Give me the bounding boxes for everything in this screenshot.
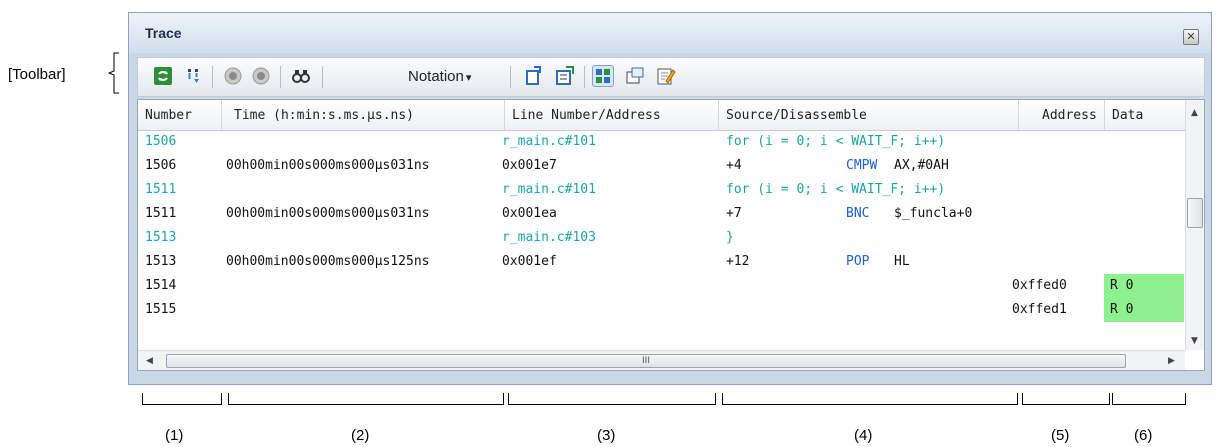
cell-number: 1506	[145, 158, 177, 173]
trace-list[interactable]: Number Time (h:min:s.ms.μs.ns) Line Numb…	[137, 99, 1205, 371]
notation-dropdown[interactable]: Notation ▾	[408, 68, 471, 85]
area-number-6: (6)	[1134, 427, 1153, 444]
cell-mnemonic: POP	[846, 254, 870, 269]
area-bracket-4	[722, 393, 1018, 405]
cell-number: 1506	[145, 134, 177, 149]
area-bracket-3	[508, 393, 716, 405]
cell-time: 00h00min00s000ms000μs125ns	[226, 254, 430, 269]
cell-time: 00h00min00s000ms000μs031ns	[226, 206, 430, 221]
cell-number: 1511	[145, 206, 177, 221]
trace-panel: Trace ✕ Notation ▾ Number Time (h:min:s.…	[128, 12, 1212, 385]
cell-number: 1513	[145, 254, 177, 269]
cell-number: 1511	[145, 182, 177, 197]
area-number-2: (2)	[351, 427, 370, 444]
vertical-scroll-thumb[interactable]	[1187, 198, 1203, 228]
column-header-data[interactable]: Data	[1112, 108, 1143, 123]
cell-operand: HL	[894, 254, 910, 269]
scroll-left-icon[interactable]: ◀	[146, 356, 153, 366]
edit-icon[interactable]	[654, 65, 676, 87]
record-clear-icon[interactable]	[250, 65, 272, 87]
column-header-time[interactable]: Time (h:min:s.ms.μs.ns)	[234, 108, 414, 123]
cell-offset: +12	[726, 254, 750, 269]
cell-data: R 0	[1110, 278, 1134, 293]
table-row[interactable]: 1515 0xffed1 R 0	[138, 298, 1185, 322]
scroll-down-icon[interactable]: ▼	[1191, 336, 1198, 346]
toolbar-annotation-brace	[108, 52, 119, 94]
find-icon[interactable]	[290, 65, 312, 87]
close-icon[interactable]: ✕	[1183, 29, 1199, 45]
cell-number: 1513	[145, 230, 177, 245]
scroll-up-icon[interactable]: ▲	[1191, 108, 1198, 118]
cell-time: 00h00min00s000ms000μs031ns	[226, 158, 430, 173]
area-bracket-5	[1022, 393, 1110, 405]
column-header-line-address[interactable]: Line Number/Address	[512, 108, 661, 123]
column-header-number[interactable]: Number	[145, 108, 192, 123]
area-bracket-6	[1112, 393, 1186, 405]
horizontal-scroll-thumb[interactable]: III	[166, 354, 1126, 368]
cell-address: 0xffed0	[1012, 278, 1067, 293]
vertical-scrollbar[interactable]: ▲ ▼	[1185, 100, 1204, 350]
cell-line: r_main.c#101	[502, 134, 596, 149]
cell-offset: +7	[726, 206, 742, 221]
column-header: Number Time (h:min:s.ms.μs.ns) Line Numb…	[138, 100, 1185, 131]
column-header-address[interactable]: Address	[1042, 108, 1097, 123]
cell-line: 0x001ea	[502, 206, 557, 221]
area-number-5: (5)	[1051, 427, 1070, 444]
cell-source: for (i = 0; i < WAIT_F; i++)	[726, 134, 946, 149]
jump-to-disassemble-icon[interactable]	[554, 65, 576, 87]
filter-icon[interactable]	[182, 65, 204, 87]
cell-operand: AX,#0AH	[894, 158, 949, 173]
title-bar: Trace ✕	[129, 13, 1211, 53]
cell-source: for (i = 0; i < WAIT_F; i++)	[726, 182, 946, 197]
area-number-1: (1)	[165, 427, 184, 444]
notation-label: Notation	[408, 68, 464, 85]
window-lock-icon[interactable]	[624, 65, 646, 87]
toolbar: Notation ▾	[137, 57, 1205, 97]
column-header-source-disassemble[interactable]: Source/Disassemble	[726, 108, 867, 123]
table-row[interactable]: 1506 r_main.c#101 for (i = 0; i < WAIT_F…	[138, 130, 1185, 154]
area-number-4: (4)	[854, 427, 873, 444]
record-stop-icon[interactable]	[222, 65, 244, 87]
cell-operand: $_funcla+0	[894, 206, 973, 221]
cell-data: R 0	[1110, 302, 1134, 317]
area-bracket-1	[142, 393, 222, 405]
area-number-3: (3)	[597, 427, 616, 444]
panel-title: Trace	[145, 25, 182, 41]
refresh-icon[interactable]	[152, 65, 174, 87]
table-row[interactable]: 1511 00h00min00s000ms000μs031ns 0x001ea …	[138, 202, 1185, 226]
cell-line: r_main.c#103	[502, 230, 596, 245]
cell-line: r_main.c#101	[502, 182, 596, 197]
area-bracket-2	[228, 393, 504, 405]
cell-source: }	[726, 230, 734, 245]
cell-number: 1515	[145, 302, 177, 317]
table-row[interactable]: 1513 00h00min00s000ms000μs125ns 0x001ef …	[138, 250, 1185, 274]
cell-address: 0xffed1	[1012, 302, 1067, 317]
cell-offset: +4	[726, 158, 742, 173]
table-row[interactable]: 1506 00h00min00s000ms000μs031ns 0x001e7 …	[138, 154, 1185, 178]
chevron-down-icon: ▾	[465, 72, 472, 84]
table-row[interactable]: 1514 0xffed0 R 0	[138, 274, 1185, 298]
cell-mnemonic: BNC	[846, 206, 870, 221]
toolbar-annotation-label: [Toolbar]	[8, 66, 66, 83]
cell-mnemonic: CMPW	[846, 158, 878, 173]
jump-to-source-icon[interactable]	[522, 65, 544, 87]
table-row[interactable]: 1513 r_main.c#103 }	[138, 226, 1185, 250]
cell-number: 1514	[145, 278, 177, 293]
cell-line: 0x001ef	[502, 254, 557, 269]
scroll-right-icon[interactable]: ▶	[1168, 356, 1175, 366]
mix-display-icon[interactable]	[592, 65, 614, 87]
horizontal-scrollbar[interactable]: ◀ III ▶	[138, 350, 1185, 370]
table-row[interactable]: 1511 r_main.c#101 for (i = 0; i < WAIT_F…	[138, 178, 1185, 202]
cell-line: 0x001e7	[502, 158, 557, 173]
